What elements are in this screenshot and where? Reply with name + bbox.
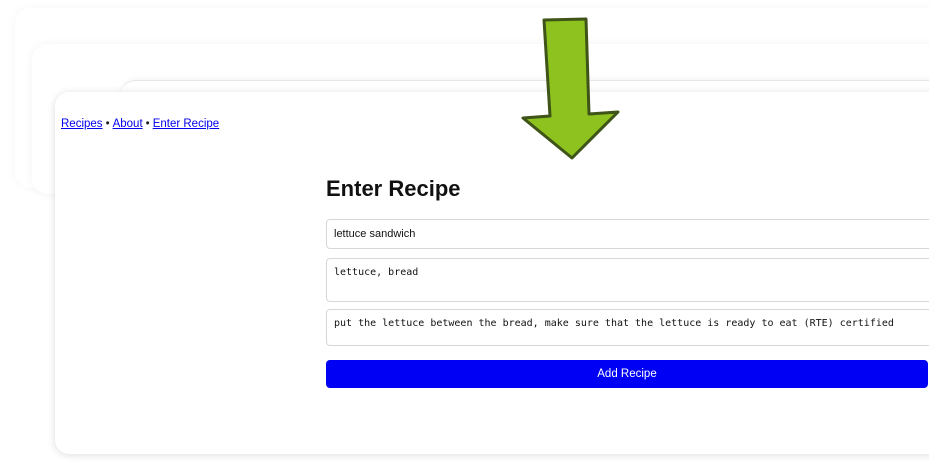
recipe-name-input[interactable]	[326, 219, 929, 249]
nav-link-recipes[interactable]: Recipes	[61, 118, 103, 130]
down-arrow-shape	[521, 17, 620, 160]
browser-page: Recipes • About • Enter Recipe Enter Recipe …	[55, 92, 929, 454]
ingredients-textarea[interactable]: lettuce, bread	[326, 258, 929, 302]
down-arrow-icon	[521, 17, 620, 160]
site-nav: Recipes • About • Enter Recipe	[61, 118, 219, 130]
nav-link-about[interactable]: About	[113, 118, 143, 130]
page-title: Enter Recipe	[326, 176, 461, 201]
add-recipe-button[interactable]: Add Recipe	[326, 360, 928, 388]
screenshot-stage: Recipes • About • Enter Recipe Enter Recipe …	[0, 0, 929, 466]
nav-separator: •	[105, 118, 110, 130]
instructions-textarea[interactable]: put the lettuce between the bread, make …	[326, 309, 929, 346]
nav-link-enter-recipe[interactable]: Enter Recipe	[153, 118, 219, 130]
nav-separator: •	[145, 118, 150, 130]
